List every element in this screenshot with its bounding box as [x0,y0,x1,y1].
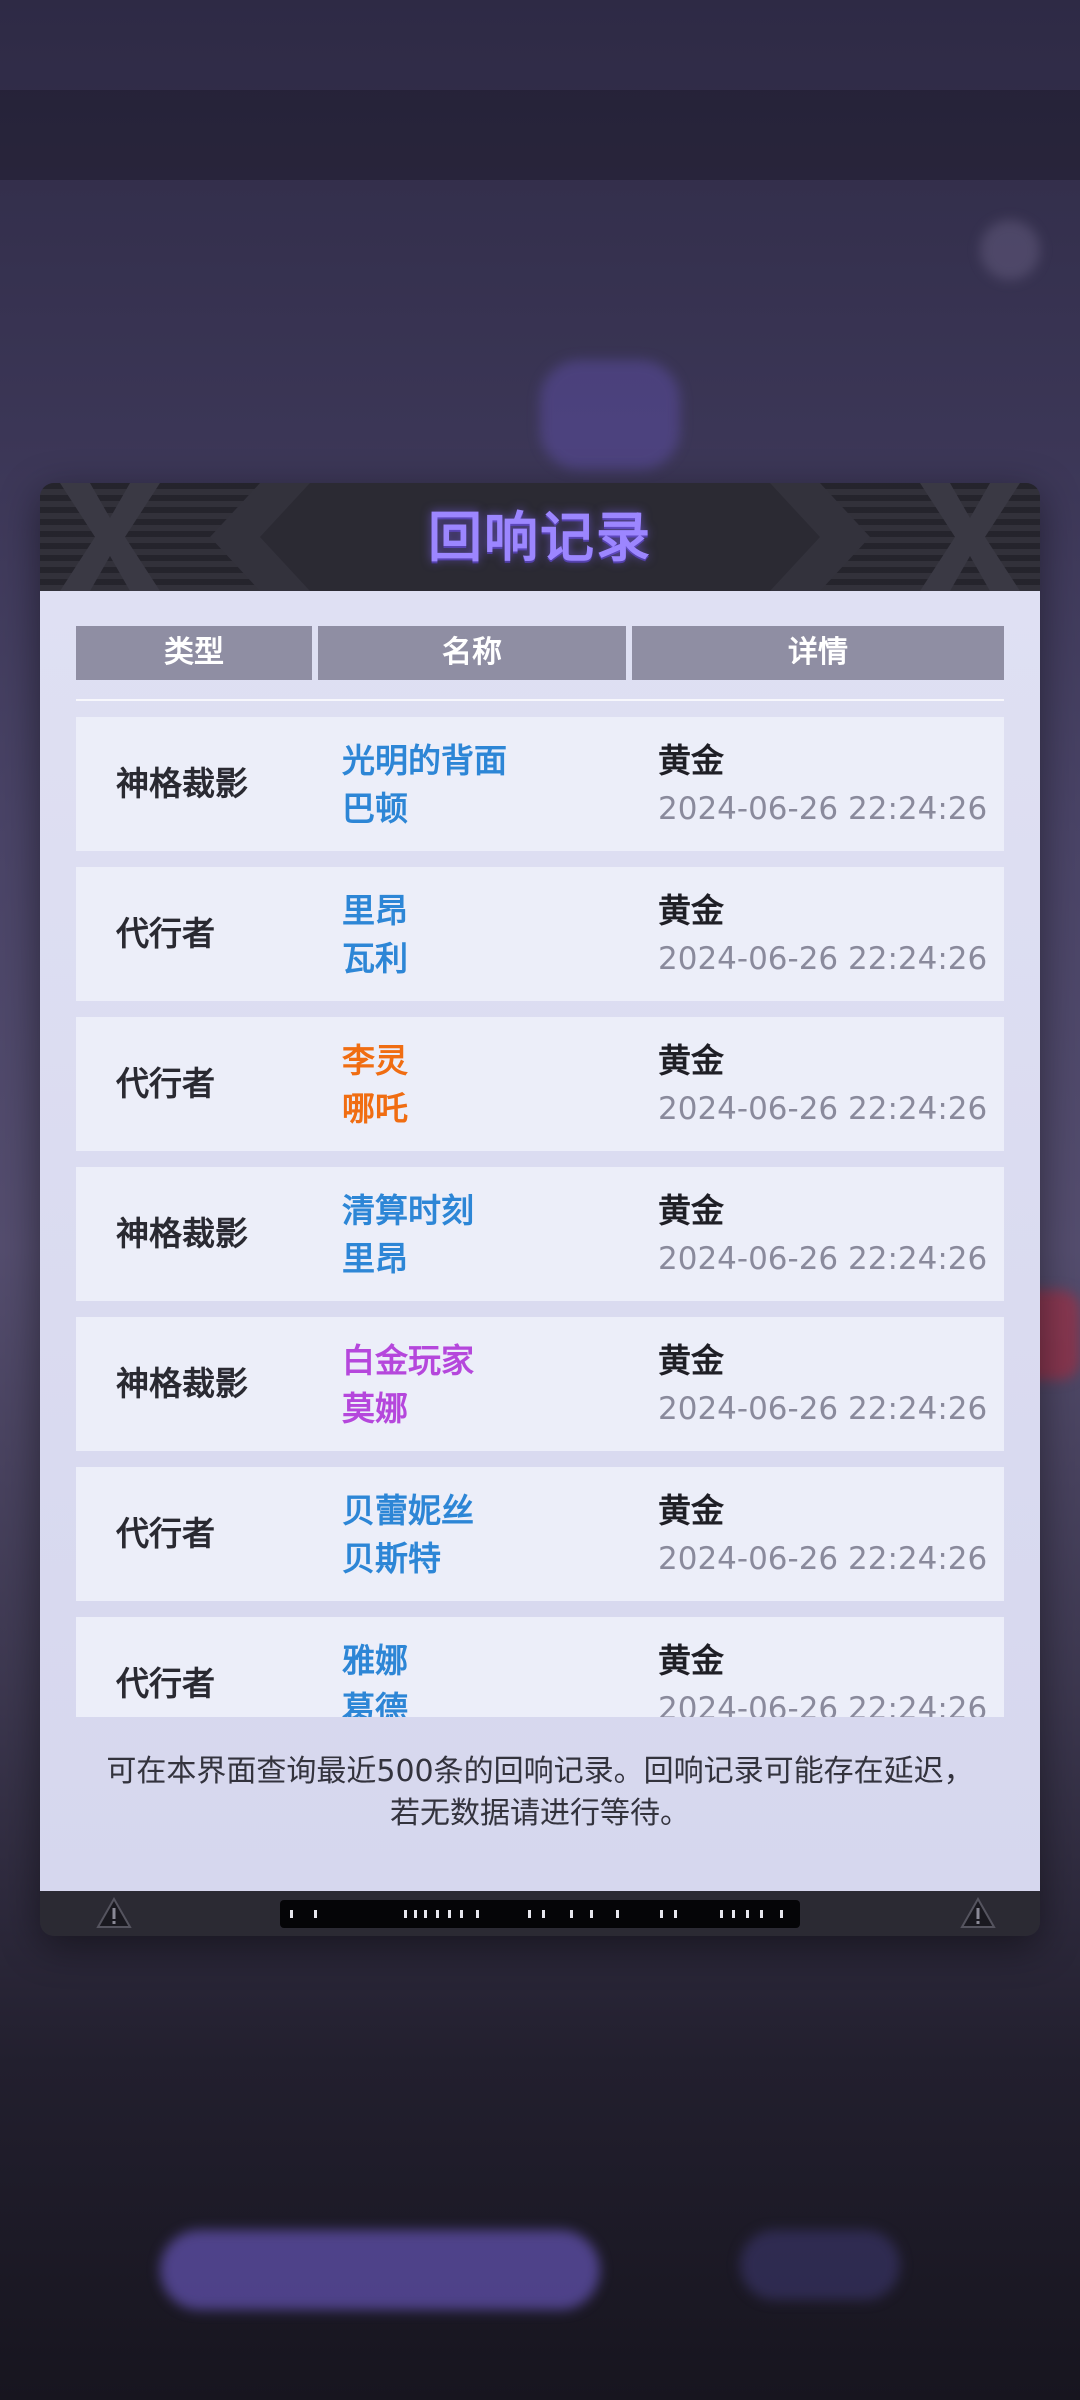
record-detail: 黄金 2024-06-26 22:24:26 [658,1637,987,1717]
record-time: 2024-06-26 22:24:26 [658,941,988,977]
record-name: 光明的背面 巴顿 [342,737,507,833]
record-name: 清算时刻 里昂 [342,1187,474,1283]
record-rank: 黄金 [658,1191,724,1230]
dialog-bottom-bar [40,1891,1040,1936]
record-type: 代行者 [116,1664,215,1703]
record-time: 2024-06-26 22:24:26 [658,1091,988,1127]
record-name: 白金玩家 莫娜 [342,1337,474,1433]
record-type: 神格裁影 [116,764,248,803]
table-row: 神格裁影 清算时刻 里昂 黄金 2024-06-26 22:24:26 [76,1167,1004,1301]
record-detail: 黄金 2024-06-26 22:24:26 [658,1337,987,1433]
record-limit-note: 可在本界面查询最近500条的回响记录。回响记录可能存在延迟，若无数据请进行等待。 [106,1754,974,1831]
record-detail: 黄金 2024-06-26 22:24:26 [658,737,987,833]
record-detail: 黄金 2024-06-26 22:24:26 [658,1487,987,1583]
record-detail: 黄金 2024-06-26 22:24:26 [658,887,987,983]
dialog-body: 类型 名称 详情 神格裁影 光明的背面 巴顿 黄金 2024-06-26 22:… [40,591,1040,1891]
background-button-blur [740,2230,900,2300]
record-name-line: 光明的背面 [342,741,507,780]
record-detail: 黄金 2024-06-26 22:24:26 [658,1037,987,1133]
background-decoration [540,360,680,470]
record-time: 2024-06-26 22:24:26 [658,1391,988,1427]
record-name-line: 莫娜 [342,1389,408,1428]
column-header-type: 类型 [76,626,312,680]
record-rank: 黄金 [658,1491,724,1530]
loading-strip [280,1900,800,1928]
record-name-line: 白金玩家 [342,1341,474,1380]
record-rank: 黄金 [658,741,724,780]
record-name: 贝蕾妮丝 贝斯特 [342,1487,474,1583]
record-type: 神格裁影 [116,1214,248,1253]
record-time: 2024-06-26 22:24:26 [658,1241,988,1277]
record-type: 代行者 [116,1514,215,1553]
record-name-line: 瓦利 [342,939,408,978]
header-divider [76,699,1004,701]
warning-icon [960,1897,996,1928]
record-type: 代行者 [116,914,215,953]
table-row: 代行者 贝蕾妮丝 贝斯特 黄金 2024-06-26 22:24:26 [76,1467,1004,1601]
record-name: 里昂 瓦利 [342,887,408,983]
table-row: 代行者 雅娜 葛德 黄金 2024-06-26 22:24:26 [76,1617,1004,1717]
record-name-line: 李灵 [342,1041,408,1080]
record-detail: 黄金 2024-06-26 22:24:26 [658,1187,987,1283]
record-name-line: 哪吒 [342,1089,408,1128]
record-name-line: 里昂 [342,891,408,930]
record-name: 李灵 哪吒 [342,1037,408,1133]
record-name-line: 葛德 [342,1689,408,1717]
record-type: 神格裁影 [116,1364,248,1403]
record-name-line: 巴顿 [342,789,408,828]
record-name-line: 雅娜 [342,1641,408,1680]
record-name-line: 里昂 [342,1239,408,1278]
record-name: 雅娜 葛德 [342,1637,408,1717]
background-button-blur [160,2230,600,2310]
table-row: 代行者 里昂 瓦利 黄金 2024-06-26 22:24:26 [76,867,1004,1001]
record-name-line: 贝蕾妮丝 [342,1491,474,1530]
background-decoration [980,220,1040,280]
warning-icon [96,1897,132,1928]
column-header-name: 名称 [318,626,626,680]
dialog-header: 回响记录 [40,483,1040,591]
record-name-line: 清算时刻 [342,1191,474,1230]
background-top-bar [0,90,1080,180]
record-time: 2024-06-26 22:24:26 [658,791,988,827]
record-rank: 黄金 [658,1641,724,1680]
table-header: 类型 名称 详情 [76,626,1004,680]
record-time: 2024-06-26 22:24:26 [658,1691,988,1717]
column-header-detail: 详情 [632,626,1004,680]
record-list[interactable]: 神格裁影 光明的背面 巴顿 黄金 2024-06-26 22:24:26 代行者… [76,717,1004,1717]
table-row: 神格裁影 白金玩家 莫娜 黄金 2024-06-26 22:24:26 [76,1317,1004,1451]
record-rank: 黄金 [658,1041,724,1080]
record-type: 代行者 [116,1064,215,1103]
table-row: 代行者 李灵 哪吒 黄金 2024-06-26 22:24:26 [76,1017,1004,1151]
record-rank: 黄金 [658,1341,724,1380]
record-time: 2024-06-26 22:24:26 [658,1541,988,1577]
record-rank: 黄金 [658,891,724,930]
echo-record-dialog: 回响记录 类型 名称 详情 神格裁影 光明的背面 巴顿 黄金 2024-06-2… [40,483,1040,1936]
record-name-line: 贝斯特 [342,1539,441,1578]
dialog-title: 回响记录 [428,506,652,569]
table-row: 神格裁影 光明的背面 巴顿 黄金 2024-06-26 22:24:26 [76,717,1004,851]
